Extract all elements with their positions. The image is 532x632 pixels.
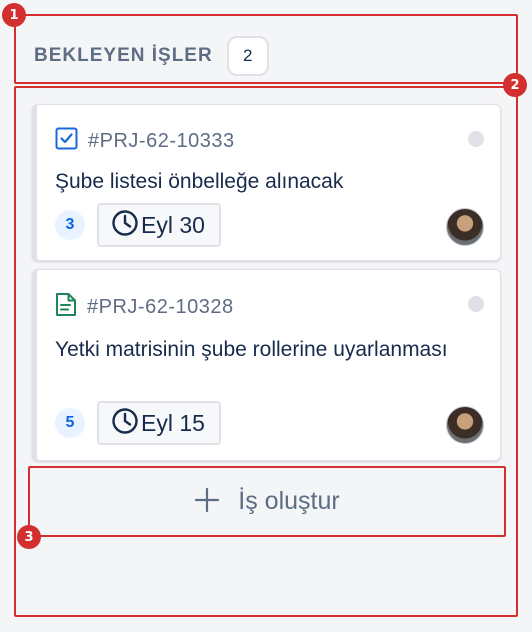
issue-card[interactable]: #PRJ-62-10328 Yetki matrisinin şube roll… xyxy=(32,269,501,461)
clock-icon xyxy=(111,209,139,242)
issue-title: Yetki matrisinin şube rollerine uyarlanm… xyxy=(55,338,448,361)
due-date: Eyl 30 xyxy=(141,211,205,238)
issue-key-row: #PRJ-62-10333 xyxy=(55,127,235,155)
status-indicator xyxy=(468,131,484,147)
status-indicator xyxy=(468,296,484,312)
due-date-chip[interactable]: Eyl 15 xyxy=(97,401,221,445)
story-points-badge: 5 xyxy=(55,408,85,438)
task-checkbox-icon xyxy=(55,127,78,155)
issue-count-badge: 2 xyxy=(226,36,269,76)
create-issue-label: İş oluştur xyxy=(238,487,340,515)
assignee-avatar[interactable] xyxy=(446,406,484,444)
issue-meta-row: 3 Eyl 30 xyxy=(55,203,221,247)
document-icon xyxy=(55,292,77,322)
create-issue-button[interactable]: İş oluştur xyxy=(28,466,506,537)
due-date-chip[interactable]: Eyl 30 xyxy=(97,203,221,247)
annotation-marker-2: 2 xyxy=(503,73,527,97)
clock-icon xyxy=(111,407,139,440)
issue-title: Şube listesi önbelleğe alınacak xyxy=(55,170,344,193)
annotation-marker-3: 3 xyxy=(17,525,41,549)
assignee-avatar[interactable] xyxy=(446,208,484,246)
annotation-marker-1: 1 xyxy=(2,3,26,27)
plus-icon xyxy=(194,487,220,516)
issue-key[interactable]: #PRJ-62-10328 xyxy=(87,296,234,319)
issue-card[interactable]: #PRJ-62-10333 Şube listesi önbelleğe alı… xyxy=(32,104,501,261)
issue-key[interactable]: #PRJ-62-10333 xyxy=(88,130,235,153)
issue-key-row: #PRJ-62-10328 xyxy=(55,292,234,322)
due-date: Eyl 15 xyxy=(141,409,205,436)
column-title: BEKLEYEN İŞLER xyxy=(34,45,213,66)
issue-meta-row: 5 Eyl 15 xyxy=(55,401,221,445)
column-header: BEKLEYEN İŞLER 2 xyxy=(34,36,269,76)
story-points-badge: 3 xyxy=(55,210,85,240)
